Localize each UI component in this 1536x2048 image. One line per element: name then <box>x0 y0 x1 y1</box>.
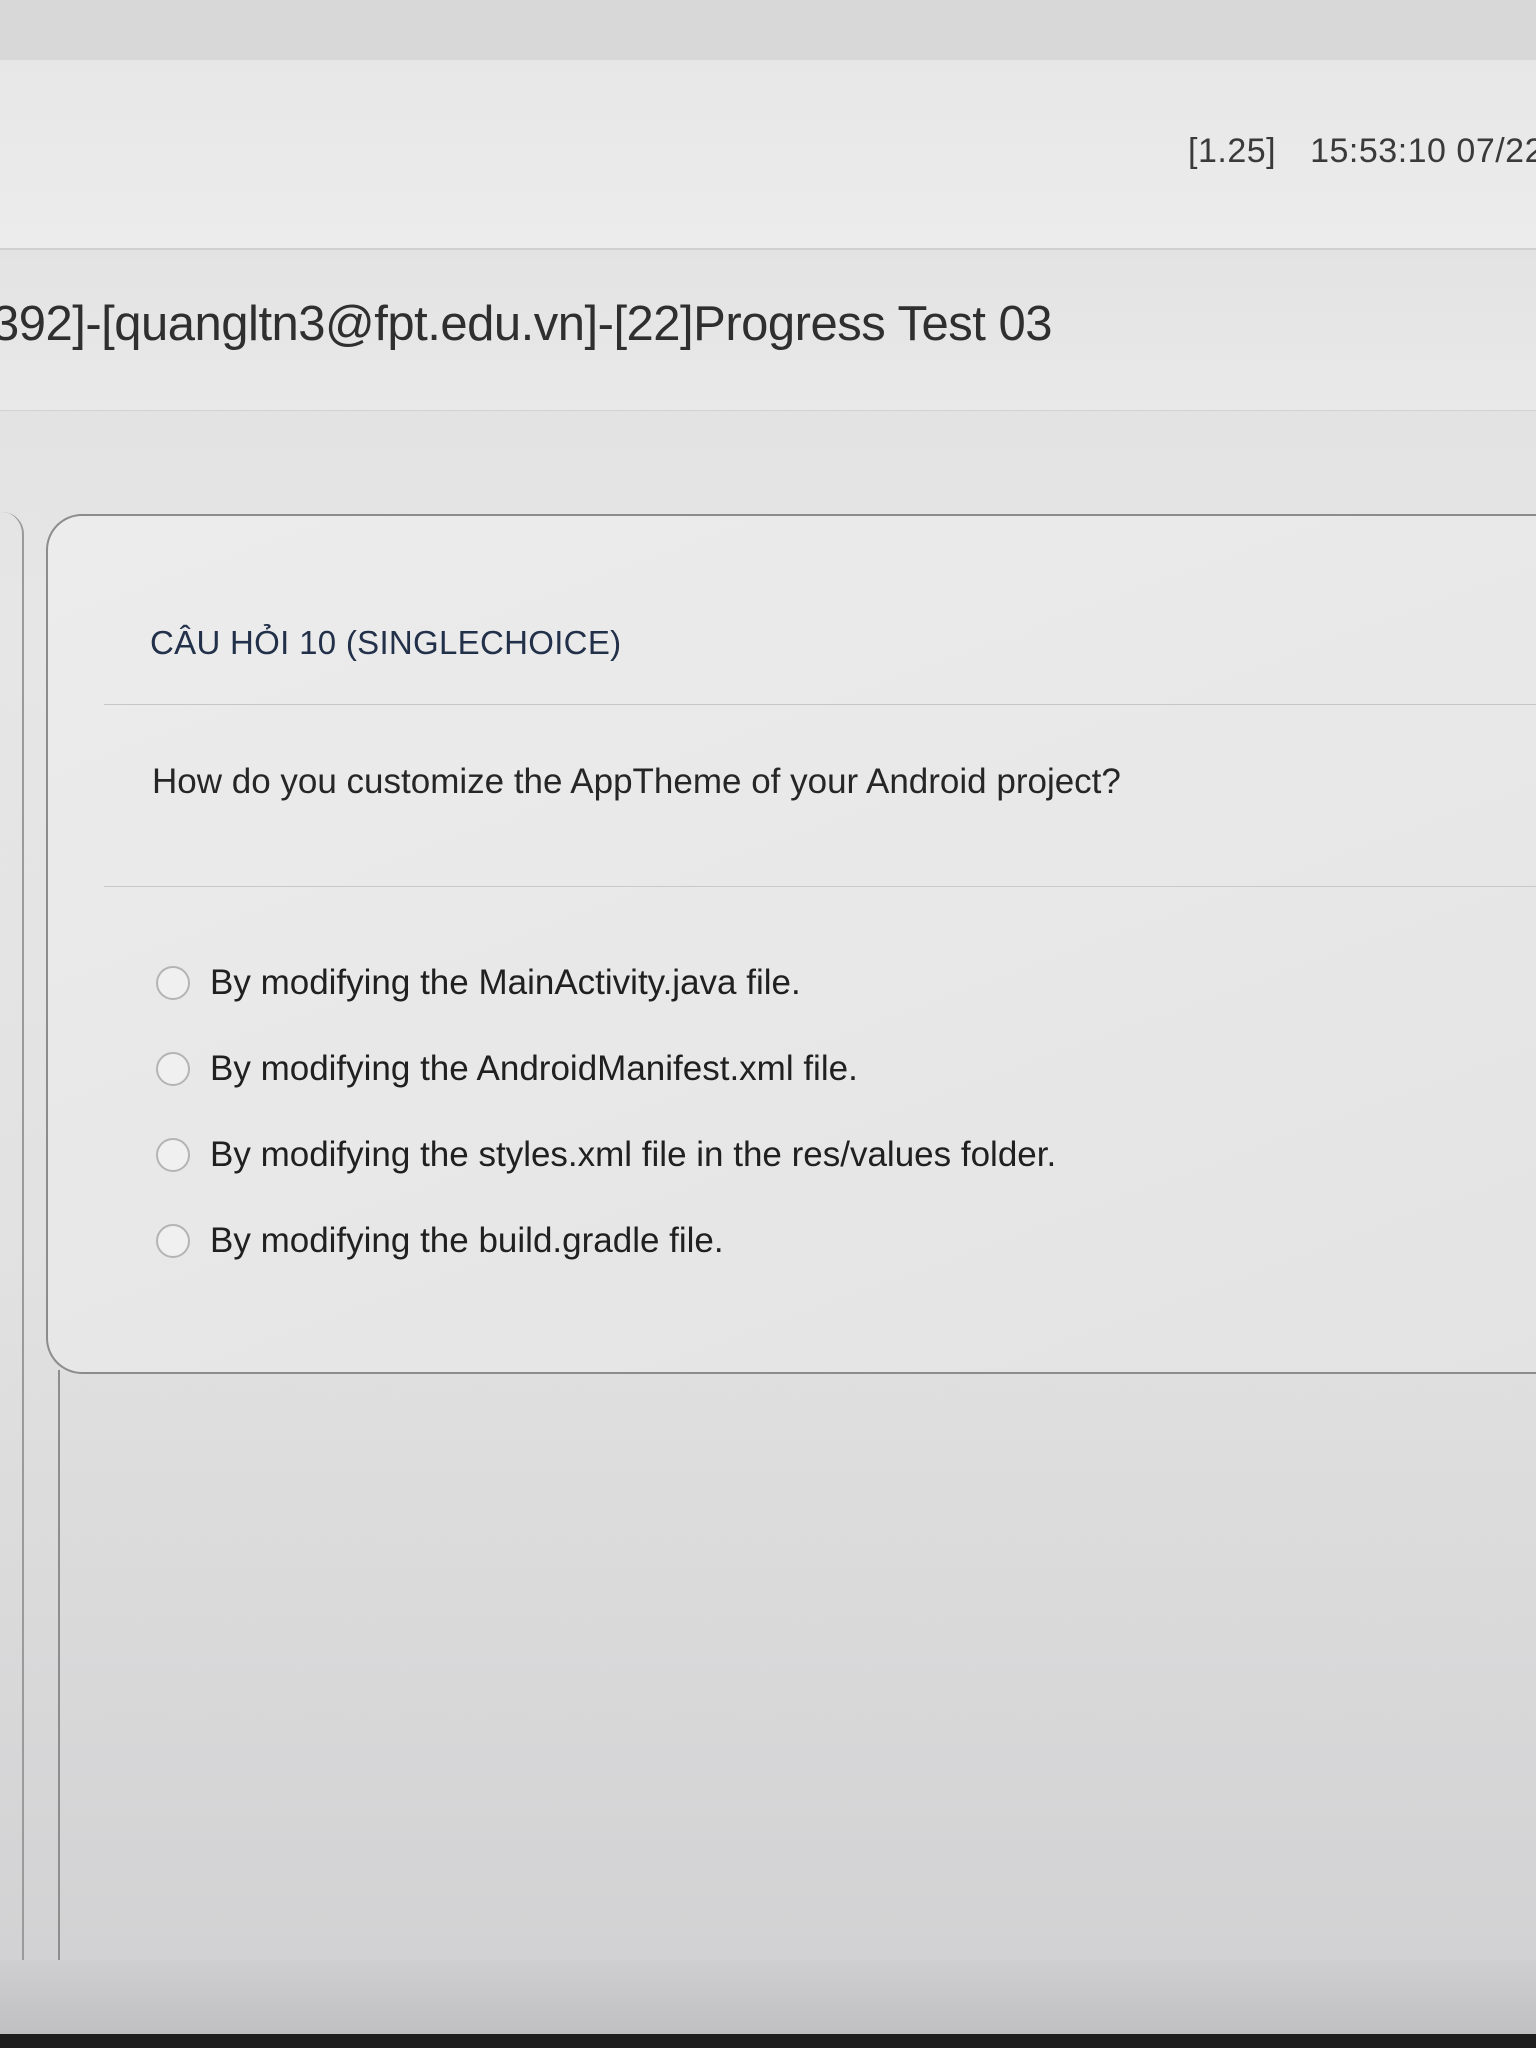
answer-option-label: By modifying the MainActivity.java file. <box>210 963 801 1002</box>
answer-option-label: By modifying the AndroidManifest.xml fil… <box>210 1049 858 1088</box>
question-text: How do you customize the AppTheme of you… <box>152 762 1121 801</box>
left-panel-border <box>0 1370 60 1970</box>
question-heading: CÂU HỎI 10 (SINGLECHOICE) <box>150 624 622 661</box>
bezel-edge <box>0 2034 1536 2048</box>
score-readout: [1.25] <box>1188 132 1277 170</box>
radio-button[interactable] <box>156 1052 190 1086</box>
radio-button[interactable] <box>156 1138 190 1172</box>
answer-options: By modifying the MainActivity.java file.… <box>156 940 1056 1284</box>
answer-option-4[interactable]: By modifying the build.gradle file. <box>156 1198 1056 1284</box>
answer-option-label: By modifying the styles.xml file in the … <box>210 1135 1057 1174</box>
browser-top-strip <box>0 0 1536 61</box>
clock-readout: 15:53:10 07/22 <box>1310 132 1536 170</box>
answer-option-2[interactable]: By modifying the AndroidManifest.xml fil… <box>156 1026 1056 1112</box>
answer-option-label: By modifying the build.gradle file. <box>210 1221 724 1260</box>
answer-option-3[interactable]: By modifying the styles.xml file in the … <box>156 1112 1056 1198</box>
exam-title: 392]-[quangltn3@fpt.edu.vn]-[22]Progress… <box>0 297 1052 351</box>
timer-display: [1.25] 15:53:10 07/22 <box>1188 132 1536 171</box>
radio-button[interactable] <box>156 1224 190 1258</box>
radio-button[interactable] <box>156 966 190 1000</box>
screen-bottom-bezel <box>0 1960 1536 2048</box>
divider <box>104 704 1536 705</box>
answer-option-1[interactable]: By modifying the MainActivity.java file. <box>156 940 1056 1026</box>
divider <box>104 886 1536 887</box>
